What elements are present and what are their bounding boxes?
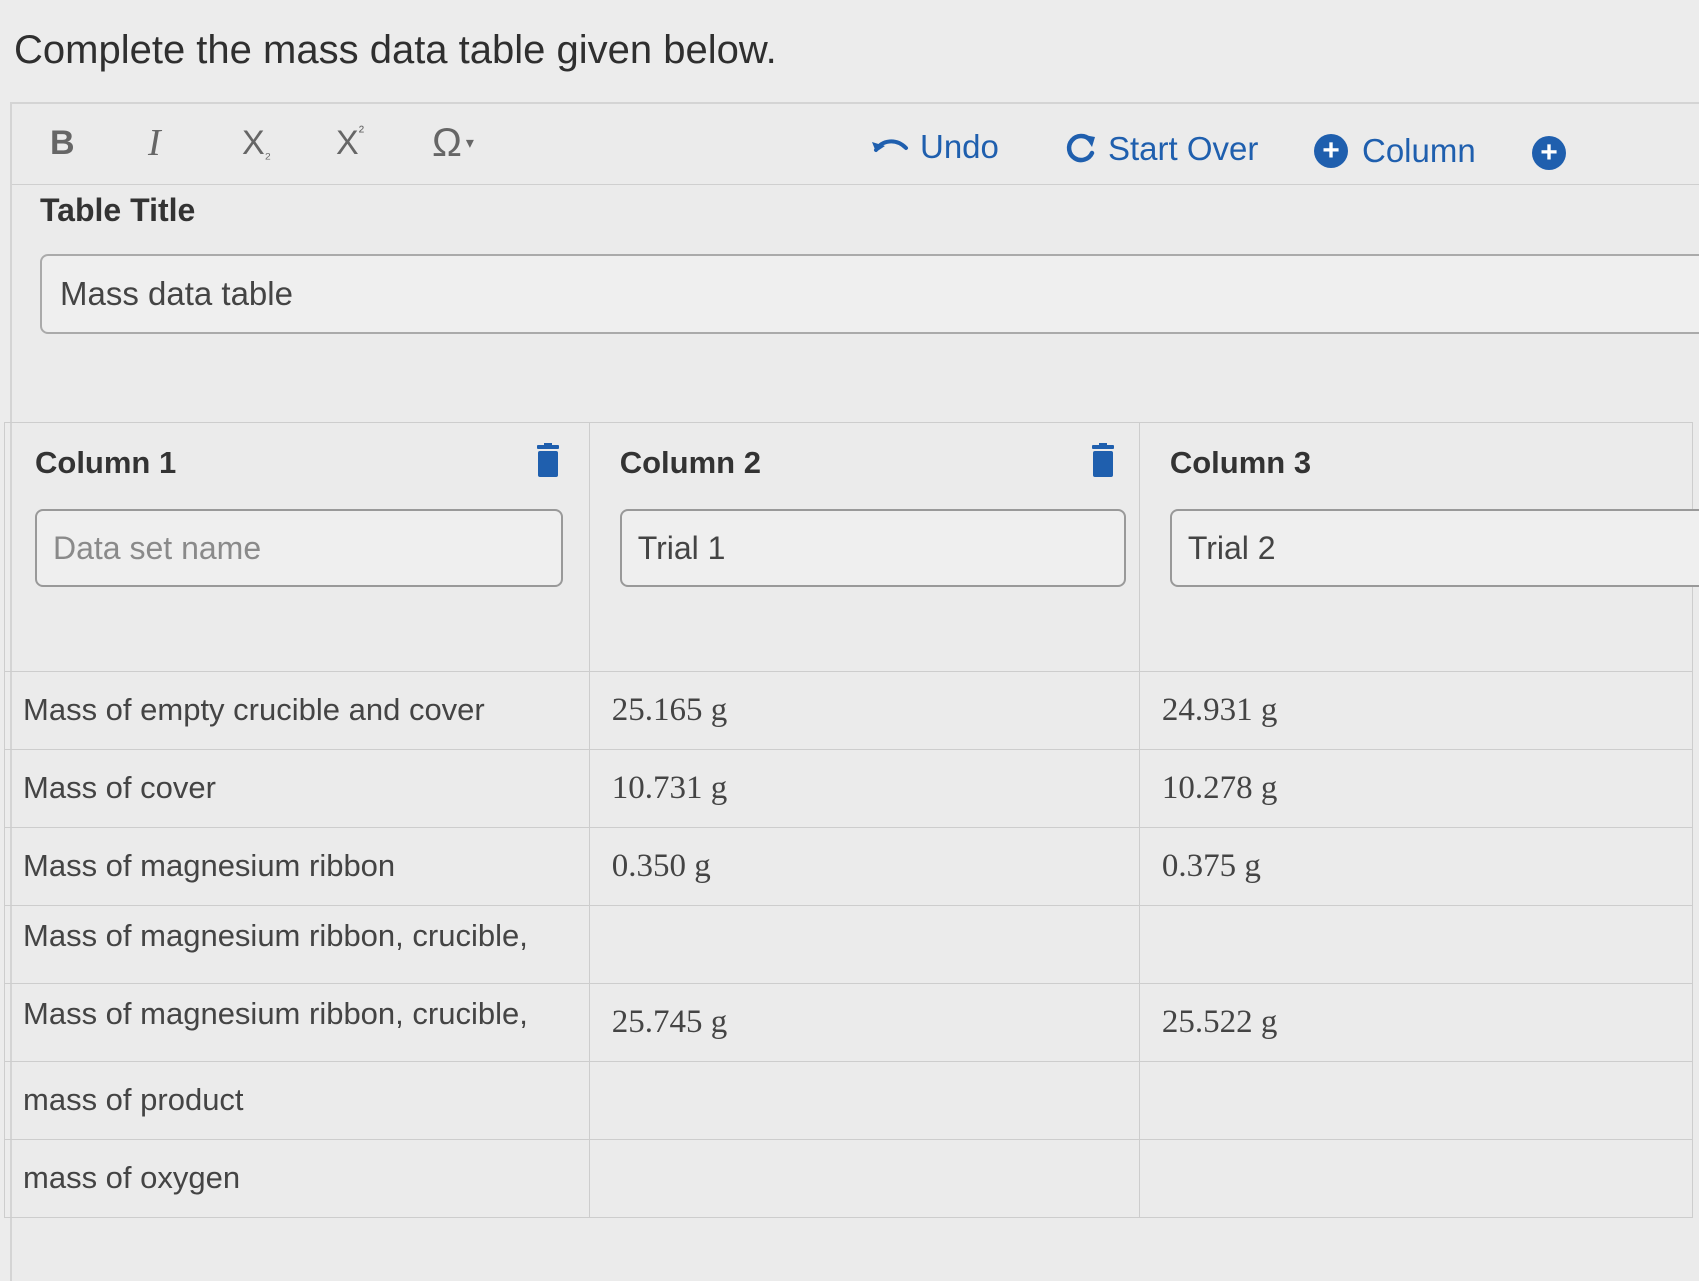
row-label: Mass of empty crucible and cover (23, 692, 485, 727)
data-cell[interactable]: 10.731 g (588, 749, 1140, 828)
row-label-cell[interactable]: Mass of magnesium ribbon (4, 827, 590, 906)
cell-value: 24.931 g (1161, 692, 1278, 728)
table-editor: B I X₂ X² Ω ▾ Undo Start Over + Column +… (4, 102, 1699, 1281)
cell-value: 25.522 g (1161, 1004, 1278, 1040)
italic-icon: I (148, 122, 161, 164)
column-header-3: Column 3 (1138, 422, 1699, 672)
data-table: Column 1 Column 2 Column 3 (4, 422, 1699, 1218)
data-cell[interactable] (588, 1139, 1140, 1218)
column-header-1: Column 1 (4, 422, 590, 672)
data-cell[interactable] (588, 1061, 1140, 1140)
column-3-name-input[interactable] (1169, 509, 1699, 587)
table-row: Mass of magnesium ribbon, crucible, 25.7… (4, 983, 1694, 1062)
cell-value: 10.731 g (611, 770, 728, 806)
subscript-icon: X (242, 123, 265, 162)
refresh-icon (1066, 133, 1095, 163)
data-cell[interactable] (1138, 905, 1694, 984)
add-column-button[interactable]: + Column (1314, 122, 1476, 180)
bold-button[interactable]: B (50, 114, 75, 172)
superscript-icon: X (336, 123, 359, 162)
undo-icon (872, 139, 908, 152)
italic-button[interactable]: I (148, 114, 161, 172)
row-label-cell[interactable]: Mass of magnesium ribbon, crucible, (4, 905, 590, 984)
data-cell[interactable] (588, 905, 1140, 984)
table-row: mass of product (4, 1061, 1694, 1140)
cell-value: 10.278 g (1161, 770, 1278, 806)
subscript-mark: ₂ (264, 145, 271, 162)
special-characters-button[interactable]: Ω ▾ (432, 114, 474, 172)
omega-icon: Ω (432, 120, 462, 165)
row-label-cell[interactable]: Mass of magnesium ribbon, crucible, (4, 983, 590, 1062)
trash-icon[interactable] (535, 443, 561, 479)
column-name: Column 3 (1169, 445, 1312, 480)
superscript-mark: ² (358, 124, 365, 141)
table-row: mass of oxygen (4, 1139, 1694, 1218)
undo-label: Undo (920, 128, 999, 165)
table-title-input[interactable] (40, 254, 1699, 334)
cell-value: 25.745 g (611, 1004, 728, 1040)
add-row-button[interactable]: + (1532, 124, 1566, 182)
undo-button[interactable]: Undo (870, 118, 999, 176)
row-label: Mass of cover (23, 770, 216, 805)
column-name: Column 1 (35, 445, 177, 480)
toolbar: B I X₂ X² Ω ▾ Undo Start Over + Column + (12, 104, 1699, 185)
cell-value: 25.165 g (611, 692, 728, 728)
row-label: mass of product (23, 1082, 244, 1117)
question-prompt: Complete the mass data table given below… (14, 28, 777, 72)
data-cell[interactable]: 25.165 g (588, 671, 1140, 750)
column-2-name-input[interactable] (619, 509, 1126, 587)
table-row: Mass of empty crucible and cover 25.165 … (4, 671, 1694, 750)
row-label: Mass of magnesium ribbon, crucible, (23, 918, 528, 953)
data-cell[interactable] (1138, 1139, 1694, 1218)
row-label-cell[interactable]: mass of oxygen (4, 1139, 590, 1218)
plus-circle-icon: + (1314, 134, 1348, 168)
add-column-label: Column (1362, 132, 1476, 169)
subscript-button[interactable]: X₂ (242, 114, 271, 172)
table-title-label: Table Title (40, 192, 196, 228)
data-cell[interactable]: 0.350 g (588, 827, 1140, 906)
column-header-2: Column 2 (588, 422, 1140, 672)
data-cell[interactable]: 24.931 g (1138, 671, 1694, 750)
cell-value: 0.350 g (611, 848, 711, 884)
column-name: Column 2 (619, 445, 761, 480)
data-cell[interactable]: 0.375 g (1138, 827, 1694, 906)
column-header-row: Column 1 Column 2 Column 3 (4, 422, 1699, 672)
table-row: Mass of magnesium ribbon, crucible, (4, 905, 1694, 984)
row-label: Mass of magnesium ribbon (23, 848, 396, 883)
trash-icon[interactable] (1090, 443, 1116, 479)
chevron-down-icon: ▾ (465, 135, 474, 152)
row-label: mass of oxygen (23, 1160, 241, 1195)
row-label: Mass of magnesium ribbon, crucible, (23, 996, 528, 1031)
data-cell[interactable]: 10.278 g (1138, 749, 1694, 828)
start-over-button[interactable]: Start Over (1064, 120, 1258, 178)
data-cell[interactable] (1138, 1061, 1694, 1140)
superscript-button[interactable]: X² (336, 114, 364, 172)
row-label-cell[interactable]: Mass of cover (4, 749, 590, 828)
plus-circle-icon-row: + (1532, 136, 1566, 170)
start-over-label: Start Over (1108, 130, 1259, 167)
bold-icon: B (50, 123, 75, 162)
data-cell[interactable]: 25.522 g (1138, 983, 1694, 1062)
table-row: Mass of cover 10.731 g 10.278 g (4, 749, 1694, 828)
column-1-name-input[interactable] (35, 509, 563, 587)
row-label-cell[interactable]: mass of product (4, 1061, 590, 1140)
data-cell[interactable]: 25.745 g (588, 983, 1140, 1062)
row-label-cell[interactable]: Mass of empty crucible and cover (4, 671, 590, 750)
cell-value: 0.375 g (1161, 848, 1261, 884)
table-row: Mass of magnesium ribbon 0.350 g 0.375 g (4, 827, 1694, 906)
